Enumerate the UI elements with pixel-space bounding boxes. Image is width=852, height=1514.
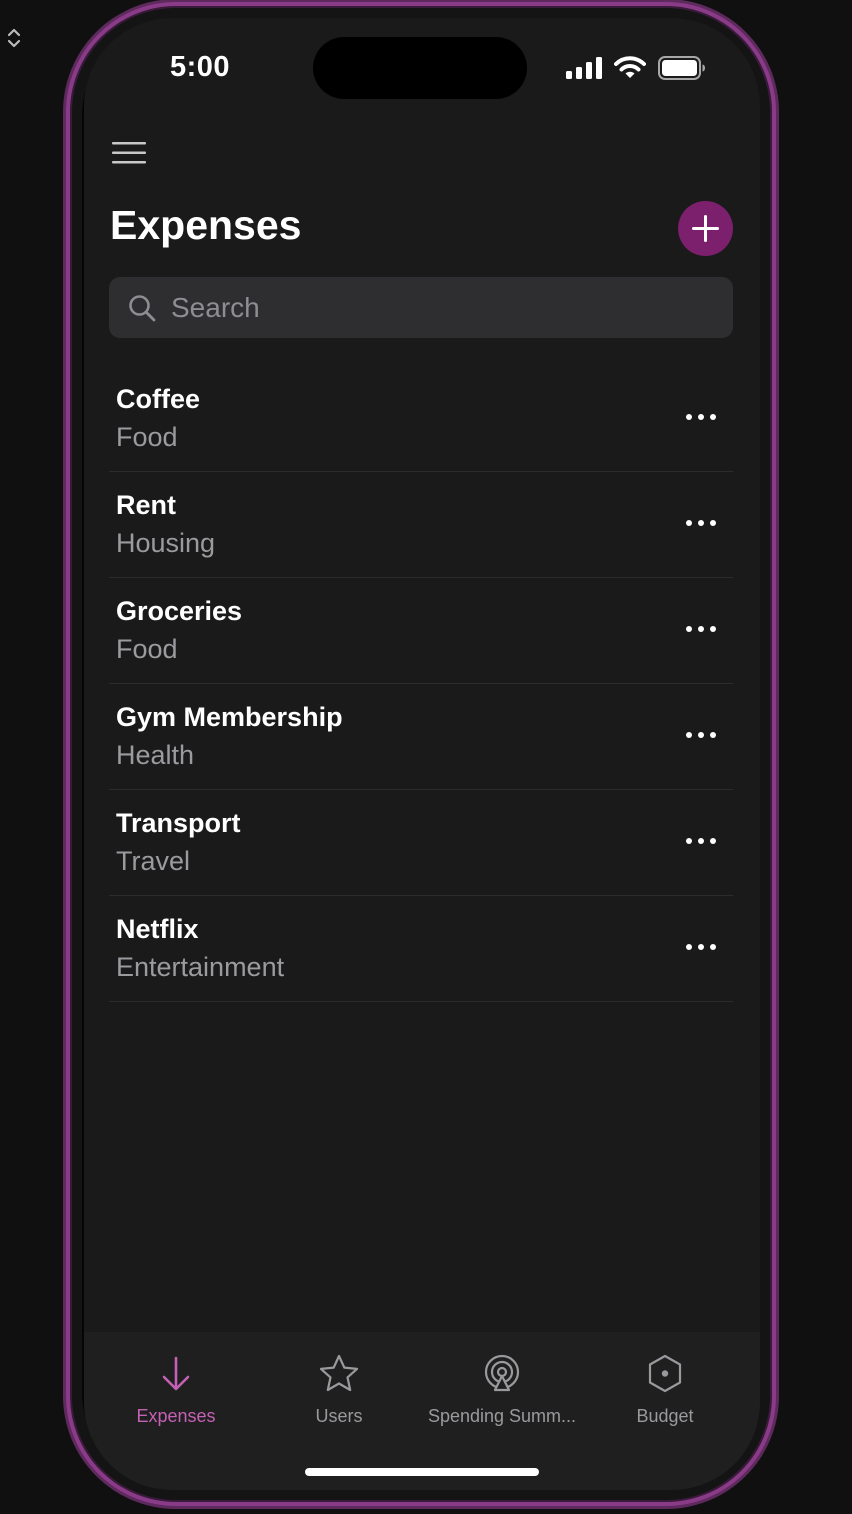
tab-label: Budget (636, 1406, 694, 1426)
expense-title: Rent (116, 490, 176, 520)
expense-title: Transport (116, 808, 241, 838)
app-stage: 5:00 Expenses Search Coffee Food Rent Ho… (0, 0, 852, 1514)
search-bar[interactable] (109, 277, 733, 338)
tab-users[interactable]: Users (254, 1352, 424, 1442)
search-input[interactable] (169, 290, 713, 325)
more-options-button[interactable] (679, 402, 723, 432)
ellipsis-icon (686, 944, 716, 950)
expense-list: Coffee Food Rent Housing Groceries Food Gym Me… (109, 366, 733, 1002)
battery-icon (658, 56, 705, 80)
page-title: Expenses (110, 202, 302, 248)
expense-list-item[interactable]: Transport Travel (109, 790, 733, 896)
tab-budget[interactable]: Budget (580, 1352, 750, 1442)
expense-list-item[interactable]: Groceries Food (109, 578, 733, 684)
plus-icon (692, 215, 719, 242)
expense-title: Groceries (116, 596, 243, 626)
more-options-button[interactable] (679, 932, 723, 962)
podcast-icon (484, 1354, 520, 1392)
add-expense-button[interactable] (678, 201, 733, 256)
dynamic-island (313, 37, 527, 99)
expense-title: Netflix (116, 914, 199, 944)
ellipsis-icon (686, 520, 716, 526)
tab-spending-summary[interactable]: Spending Summ... (417, 1352, 587, 1442)
expense-category: Food (116, 634, 178, 664)
home-indicator (305, 1468, 539, 1476)
ellipsis-icon (686, 732, 716, 738)
status-icons (566, 56, 706, 80)
expense-category: Housing (116, 528, 216, 558)
search-icon (129, 294, 156, 321)
cellular-signal-icon (566, 57, 602, 79)
more-options-button[interactable] (679, 508, 723, 538)
arrow-down-icon (162, 1356, 190, 1391)
more-options-button[interactable] (679, 720, 723, 750)
tab-label: Users (315, 1406, 363, 1426)
tab-label: Spending Summ... (427, 1406, 577, 1426)
phone-screen: 5:00 Expenses Search Coffee Food Rent Ho… (84, 18, 760, 1490)
expense-category: Travel (116, 846, 191, 876)
more-options-button[interactable] (679, 614, 723, 644)
expense-category: Health (116, 740, 195, 770)
star-icon (319, 1354, 359, 1392)
expense-title: Gym Membership (116, 702, 343, 732)
hexagon-icon (648, 1354, 682, 1393)
ellipsis-icon (686, 414, 716, 420)
tab-bar: Expenses Users Spending Summ... Budget (84, 1332, 760, 1490)
resize-handle-icon[interactable] (5, 26, 23, 50)
expense-list-item[interactable]: Netflix Entertainment (109, 896, 733, 1002)
hamburger-menu-icon[interactable] (112, 140, 146, 166)
expense-category: Food (116, 422, 178, 452)
expense-list-item[interactable]: Coffee Food (109, 366, 733, 472)
tab-expenses[interactable]: Expenses (91, 1352, 261, 1442)
status-time: 5:00 (170, 51, 231, 83)
ellipsis-icon (686, 626, 716, 632)
expense-list-item[interactable]: Gym Membership Health (109, 684, 733, 790)
ellipsis-icon (686, 838, 716, 844)
wifi-icon (614, 56, 646, 78)
expense-category: Entertainment (116, 952, 285, 982)
more-options-button[interactable] (679, 826, 723, 856)
status-bar: 5:00 (84, 18, 760, 118)
expense-list-item[interactable]: Rent Housing (109, 472, 733, 578)
tab-label: Expenses (136, 1406, 216, 1426)
expense-title: Coffee (116, 384, 201, 414)
